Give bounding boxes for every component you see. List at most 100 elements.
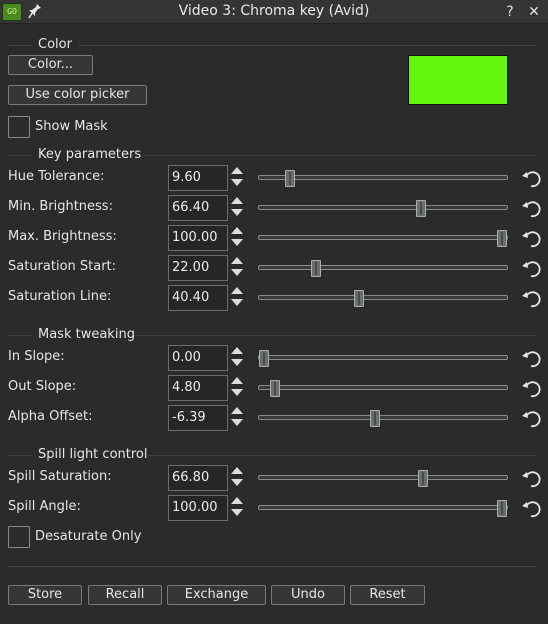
slider-track[interactable] <box>258 295 508 300</box>
slider-handle[interactable] <box>497 230 507 247</box>
reset-button[interactable]: Reset <box>350 585 425 605</box>
close-button[interactable]: ✕ <box>524 2 544 22</box>
color-button[interactable]: Color... <box>8 55 93 75</box>
hue-tolerance-spin-arrows-icon[interactable] <box>231 167 243 189</box>
max-brightness-slider[interactable] <box>258 230 508 247</box>
spin-down-icon[interactable] <box>231 299 243 306</box>
slider-handle[interactable] <box>370 410 381 427</box>
spin-down-icon[interactable] <box>231 479 243 486</box>
saturation-start-label: Saturation Start: <box>8 259 117 274</box>
in-slope-reset-icon[interactable] <box>520 348 542 370</box>
saturation-start-reset-icon[interactable] <box>520 258 542 280</box>
in-slope-slider[interactable] <box>258 350 508 367</box>
spin-up-icon[interactable] <box>231 257 243 264</box>
spin-down-icon[interactable] <box>231 389 243 396</box>
spin-down-icon[interactable] <box>231 269 243 276</box>
spin-down-icon[interactable] <box>231 179 243 186</box>
saturation-start-spinbox[interactable]: 22.00 <box>168 255 228 281</box>
slider-track[interactable] <box>258 355 508 360</box>
saturation-line-slider[interactable] <box>258 290 508 307</box>
in-slope-spin-arrows-icon[interactable] <box>231 347 243 369</box>
slider-handle[interactable] <box>417 470 428 487</box>
recall-button[interactable]: Recall <box>88 585 162 605</box>
show-mask-label: Show Mask <box>35 119 108 134</box>
alpha-offset-slider[interactable] <box>258 410 508 427</box>
saturation-line-spin-arrows-icon[interactable] <box>231 287 243 309</box>
section-divider <box>8 455 32 456</box>
out-slope-spinbox[interactable]: 4.80 <box>168 375 228 401</box>
spill-angle-spinbox[interactable]: 100.00 <box>168 495 228 521</box>
slider-handle[interactable] <box>354 290 365 307</box>
spill-saturation-spin-arrows-icon[interactable] <box>231 467 243 489</box>
slider-handle[interactable] <box>497 500 507 517</box>
slider-handle[interactable] <box>270 380 281 397</box>
spin-up-icon[interactable] <box>231 407 243 414</box>
spin-up-icon[interactable] <box>231 287 243 294</box>
use-color-picker-button[interactable]: Use color picker <box>8 85 147 105</box>
section-divider <box>144 155 536 156</box>
saturation-line-reset-icon[interactable] <box>520 288 542 310</box>
min-brightness-spin-arrows-icon[interactable] <box>231 197 243 219</box>
spill-angle-reset-icon[interactable] <box>520 498 542 520</box>
slider-track[interactable] <box>258 265 508 270</box>
max-brightness-spinbox[interactable]: 100.00 <box>168 225 228 251</box>
spill-angle-spin-arrows-icon[interactable] <box>231 497 243 519</box>
saturation-start-spin-arrows-icon[interactable] <box>231 257 243 279</box>
key-color-swatch[interactable] <box>408 55 508 105</box>
in-slope-spinbox[interactable]: 0.00 <box>168 345 228 371</box>
spin-up-icon[interactable] <box>231 197 243 204</box>
spin-down-icon[interactable] <box>231 239 243 246</box>
out-slope-reset-icon[interactable] <box>520 378 542 400</box>
hue-tolerance-reset-icon[interactable] <box>520 168 542 190</box>
slider-handle[interactable] <box>416 200 427 217</box>
slider-track[interactable] <box>258 235 508 240</box>
saturation-line-spinbox[interactable]: 40.40 <box>168 285 228 311</box>
undo-button[interactable]: Undo <box>271 585 345 605</box>
alpha-offset-label: Alpha Offset: <box>8 409 93 424</box>
hue-tolerance-spinbox[interactable]: 9.60 <box>168 165 228 191</box>
spin-up-icon[interactable] <box>231 347 243 354</box>
out-slope-spin-arrows-icon[interactable] <box>231 377 243 399</box>
alpha-offset-spin-arrows-icon[interactable] <box>231 407 243 429</box>
spin-up-icon[interactable] <box>231 167 243 174</box>
spill-saturation-spinbox[interactable]: 66.80 <box>168 465 228 491</box>
help-button[interactable]: ? <box>500 2 520 22</box>
out-slope-slider[interactable] <box>258 380 508 397</box>
hue-tolerance-slider[interactable] <box>258 170 508 187</box>
section-divider <box>8 335 32 336</box>
max-brightness-spin-arrows-icon[interactable] <box>231 227 243 249</box>
max-brightness-reset-icon[interactable] <box>520 228 542 250</box>
slider-handle[interactable] <box>311 260 322 277</box>
slider-track[interactable] <box>258 475 508 480</box>
min-brightness-spinbox[interactable]: 66.40 <box>168 195 228 221</box>
spill-saturation-slider[interactable] <box>258 470 508 487</box>
saturation-start-slider[interactable] <box>258 260 508 277</box>
spin-up-icon[interactable] <box>231 497 243 504</box>
slider-handle[interactable] <box>259 350 269 367</box>
spin-down-icon[interactable] <box>231 509 243 516</box>
desaturate-only-checkbox[interactable] <box>8 526 30 548</box>
slider-handle[interactable] <box>285 170 296 187</box>
slider-track[interactable] <box>258 385 508 390</box>
min-brightness-reset-icon[interactable] <box>520 198 542 220</box>
exchange-button[interactable]: Exchange <box>167 585 266 605</box>
spill-saturation-reset-icon[interactable] <box>520 468 542 490</box>
spin-up-icon[interactable] <box>231 227 243 234</box>
spin-down-icon[interactable] <box>231 209 243 216</box>
spin-up-icon[interactable] <box>231 467 243 474</box>
slider-track[interactable] <box>258 205 508 210</box>
spin-down-icon[interactable] <box>231 419 243 426</box>
slider-track[interactable] <box>258 175 508 180</box>
slider-track[interactable] <box>258 505 508 510</box>
section-divider <box>8 155 32 156</box>
store-button[interactable]: Store <box>8 585 82 605</box>
alpha-offset-spinbox[interactable]: -6.39 <box>168 405 228 431</box>
mask-tweaking-section-label: Mask tweaking <box>38 327 135 342</box>
alpha-offset-reset-icon[interactable] <box>520 408 542 430</box>
spin-up-icon[interactable] <box>231 377 243 384</box>
show-mask-checkbox[interactable] <box>8 116 30 138</box>
min-brightness-slider[interactable] <box>258 200 508 217</box>
slider-track[interactable] <box>258 415 508 420</box>
spin-down-icon[interactable] <box>231 359 243 366</box>
spill-angle-slider[interactable] <box>258 500 508 517</box>
